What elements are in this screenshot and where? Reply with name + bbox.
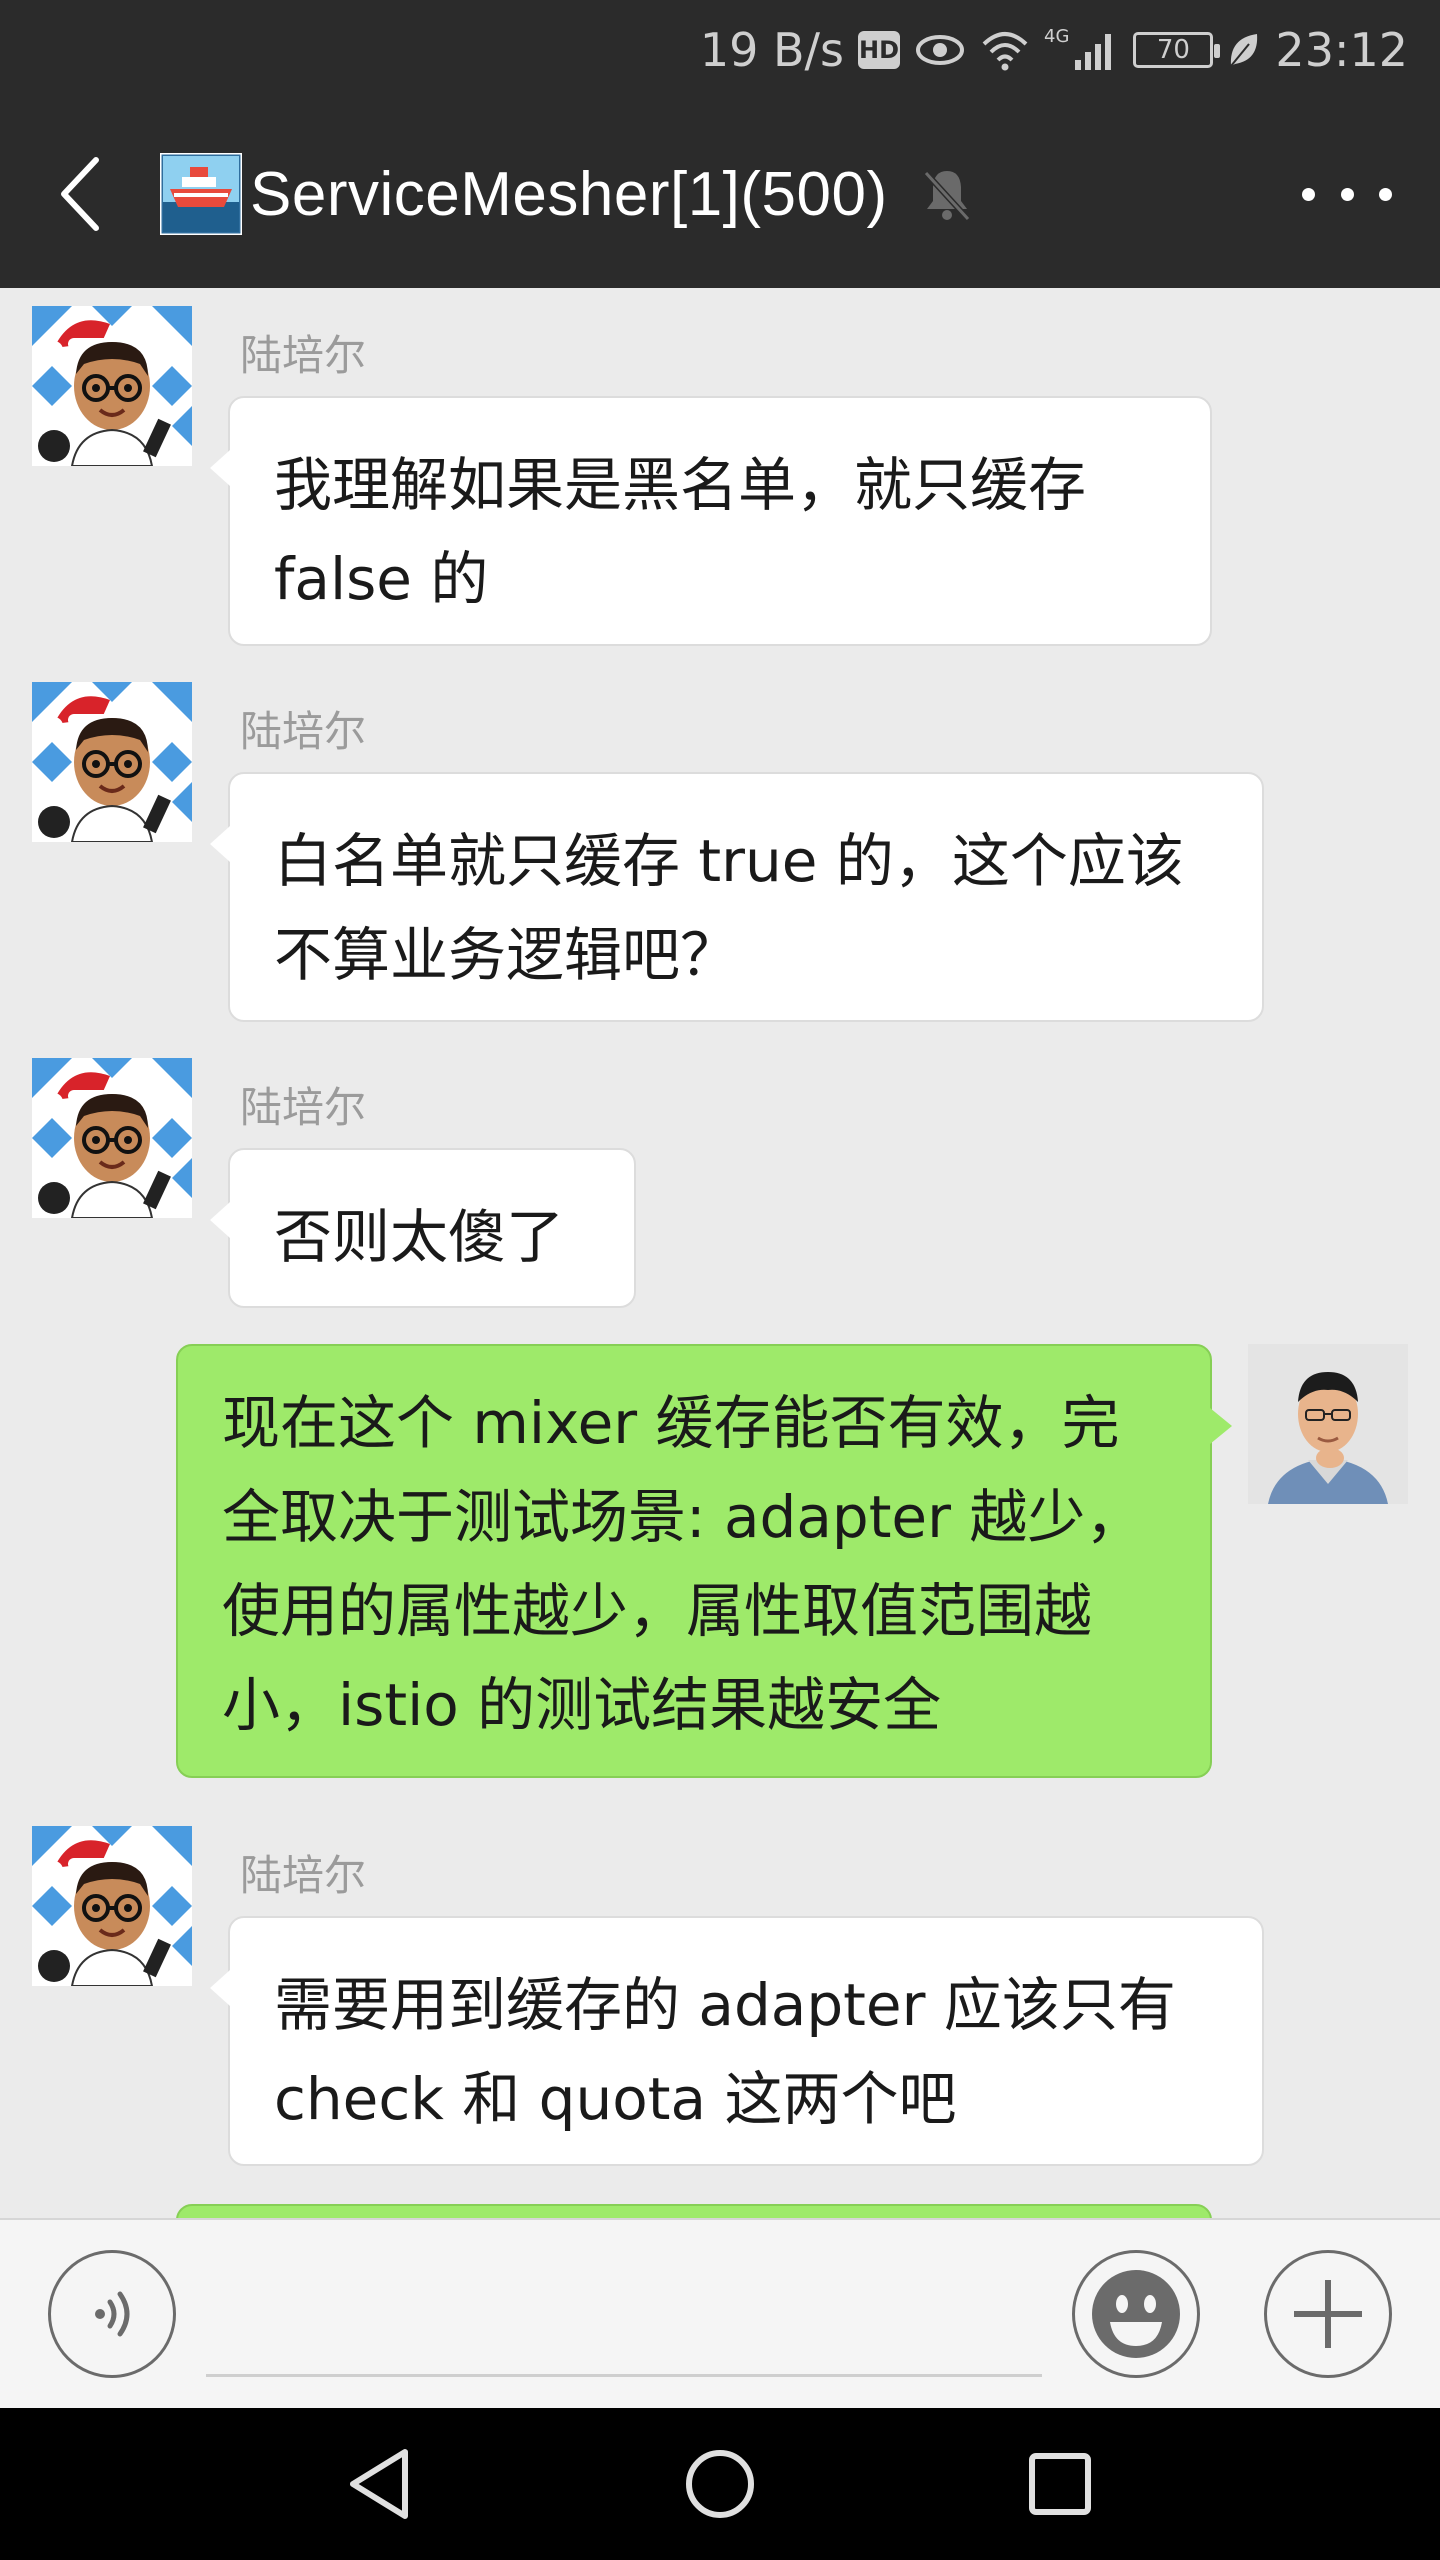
plus-icon	[1294, 2280, 1362, 2348]
sender-name: 陆培尔	[240, 331, 367, 380]
message-bubble[interactable]: 我理解如果是黑名单，就只缓存 false 的	[210, 396, 1212, 646]
plus-button[interactable]	[1264, 2250, 1392, 2378]
input-bar	[0, 2218, 1440, 2408]
message-text: 需要用到缓存的 adapter 应该只有 check 和 quota 这两个吧	[274, 1971, 1176, 2133]
message-text: 现在这个 mixer 缓存能否有效，完 全取决于测试场景: adapter 越少…	[222, 1389, 1144, 1739]
more-button[interactable]	[1302, 174, 1392, 214]
title-bar: ServiceMesher[1](500)	[0, 100, 1440, 288]
back-button[interactable]	[40, 146, 120, 242]
message-text: 我理解如果是黑名单，就只缓存 false 的	[274, 451, 1087, 613]
voice-icon	[95, 2291, 130, 2337]
chat-title: ServiceMesher[1](500)	[250, 159, 888, 229]
message-bubble[interactable]: 白名单就只缓存 true 的，这个应该 不算业务逻辑吧？	[210, 772, 1264, 1022]
status-indicators: 19 B/s HD 4G 70 23:12	[700, 18, 1408, 82]
nav-back-icon	[350, 2449, 408, 2519]
cartoon-avatar-icon	[32, 306, 192, 466]
voice-button[interactable]	[48, 2250, 176, 2378]
message-incoming: 陆培尔 我理解如果是黑名单，就只缓存 false 的	[0, 306, 1440, 666]
status-bar: 19 B/s HD 4G 70 23:12	[0, 0, 1440, 100]
more-dot	[1379, 187, 1392, 201]
battery-icon: 70	[1133, 32, 1221, 68]
sender-name: 陆培尔	[240, 1083, 367, 1132]
system-nav-bar	[0, 2408, 1440, 2560]
message-text: 否则太傻了	[274, 1203, 565, 1271]
avatar[interactable]	[32, 682, 192, 842]
message-incoming: 陆培尔 否则太傻了	[0, 1058, 1440, 1318]
nav-home-icon	[686, 2450, 754, 2518]
more-dot	[1340, 187, 1354, 201]
network-type: 4G	[1044, 25, 1070, 47]
network-speed: 19 B/s	[699, 23, 845, 77]
eye-icon	[914, 30, 966, 70]
message-incoming: 陆培尔 需要用到缓存的 adapter 应该只有 check 和 quota 这…	[0, 1826, 1440, 2186]
avatar[interactable]	[32, 1826, 192, 1986]
cartoon-avatar-icon	[32, 682, 192, 842]
message-bubble[interactable]: 需要用到缓存的 adapter 应该只有 check 和 quota 这两个吧	[210, 1916, 1264, 2166]
wifi-icon	[980, 28, 1030, 72]
clock: 23:12	[1275, 23, 1408, 77]
cartoon-avatar-icon	[32, 1058, 192, 1218]
sender-name: 陆培尔	[240, 1851, 367, 1900]
my-avatar[interactable]	[1248, 1344, 1408, 1504]
message-bubble[interactable]: 否则太傻了	[210, 1148, 636, 1308]
cartoon-avatar-icon	[32, 1826, 192, 1986]
hd-icon: HD	[858, 31, 901, 69]
chat-area[interactable]: 陆培尔 我理解如果是黑名单，就只缓存 false 的 陆培尔 白名单就只缓存 t…	[0, 288, 1440, 2218]
leaf-icon	[1227, 30, 1261, 70]
nav-home-button[interactable]	[675, 2439, 765, 2529]
nav-recents-icon	[1029, 2453, 1091, 2515]
nav-recents-button[interactable]	[1015, 2439, 1105, 2529]
message-bubble-partial[interactable]	[176, 2204, 1212, 2218]
more-dots-icon	[1302, 187, 1315, 201]
message-text: 白名单就只缓存 true 的，这个应该 不算业务逻辑吧？	[274, 827, 1184, 989]
message-input[interactable]	[206, 2374, 1042, 2377]
emoji-icon	[1092, 2270, 1180, 2358]
ship-icon	[160, 153, 242, 235]
user-photo-icon	[1248, 1344, 1408, 1504]
message-incoming: 陆培尔 白名单就只缓存 true 的，这个应该 不算业务逻辑吧？	[0, 682, 1440, 1042]
avatar[interactable]	[32, 306, 192, 466]
bell-muted-icon	[923, 170, 970, 222]
sender-name: 陆培尔	[240, 707, 367, 756]
emoji-button[interactable]	[1072, 2250, 1200, 2378]
chat-title-area[interactable]: ServiceMesher[1](500)	[160, 148, 978, 240]
avatar[interactable]	[32, 1058, 192, 1218]
nav-back-button[interactable]	[335, 2439, 425, 2529]
message-outgoing: 现在这个 mixer 缓存能否有效，完 全取决于测试场景: adapter 越少…	[0, 1344, 1440, 1784]
chevron-left-icon	[61, 157, 99, 231]
signal-icon	[1073, 28, 1119, 72]
message-bubble[interactable]: 现在这个 mixer 缓存能否有效，完 全取决于测试场景: adapter 越少…	[176, 1344, 1232, 1778]
